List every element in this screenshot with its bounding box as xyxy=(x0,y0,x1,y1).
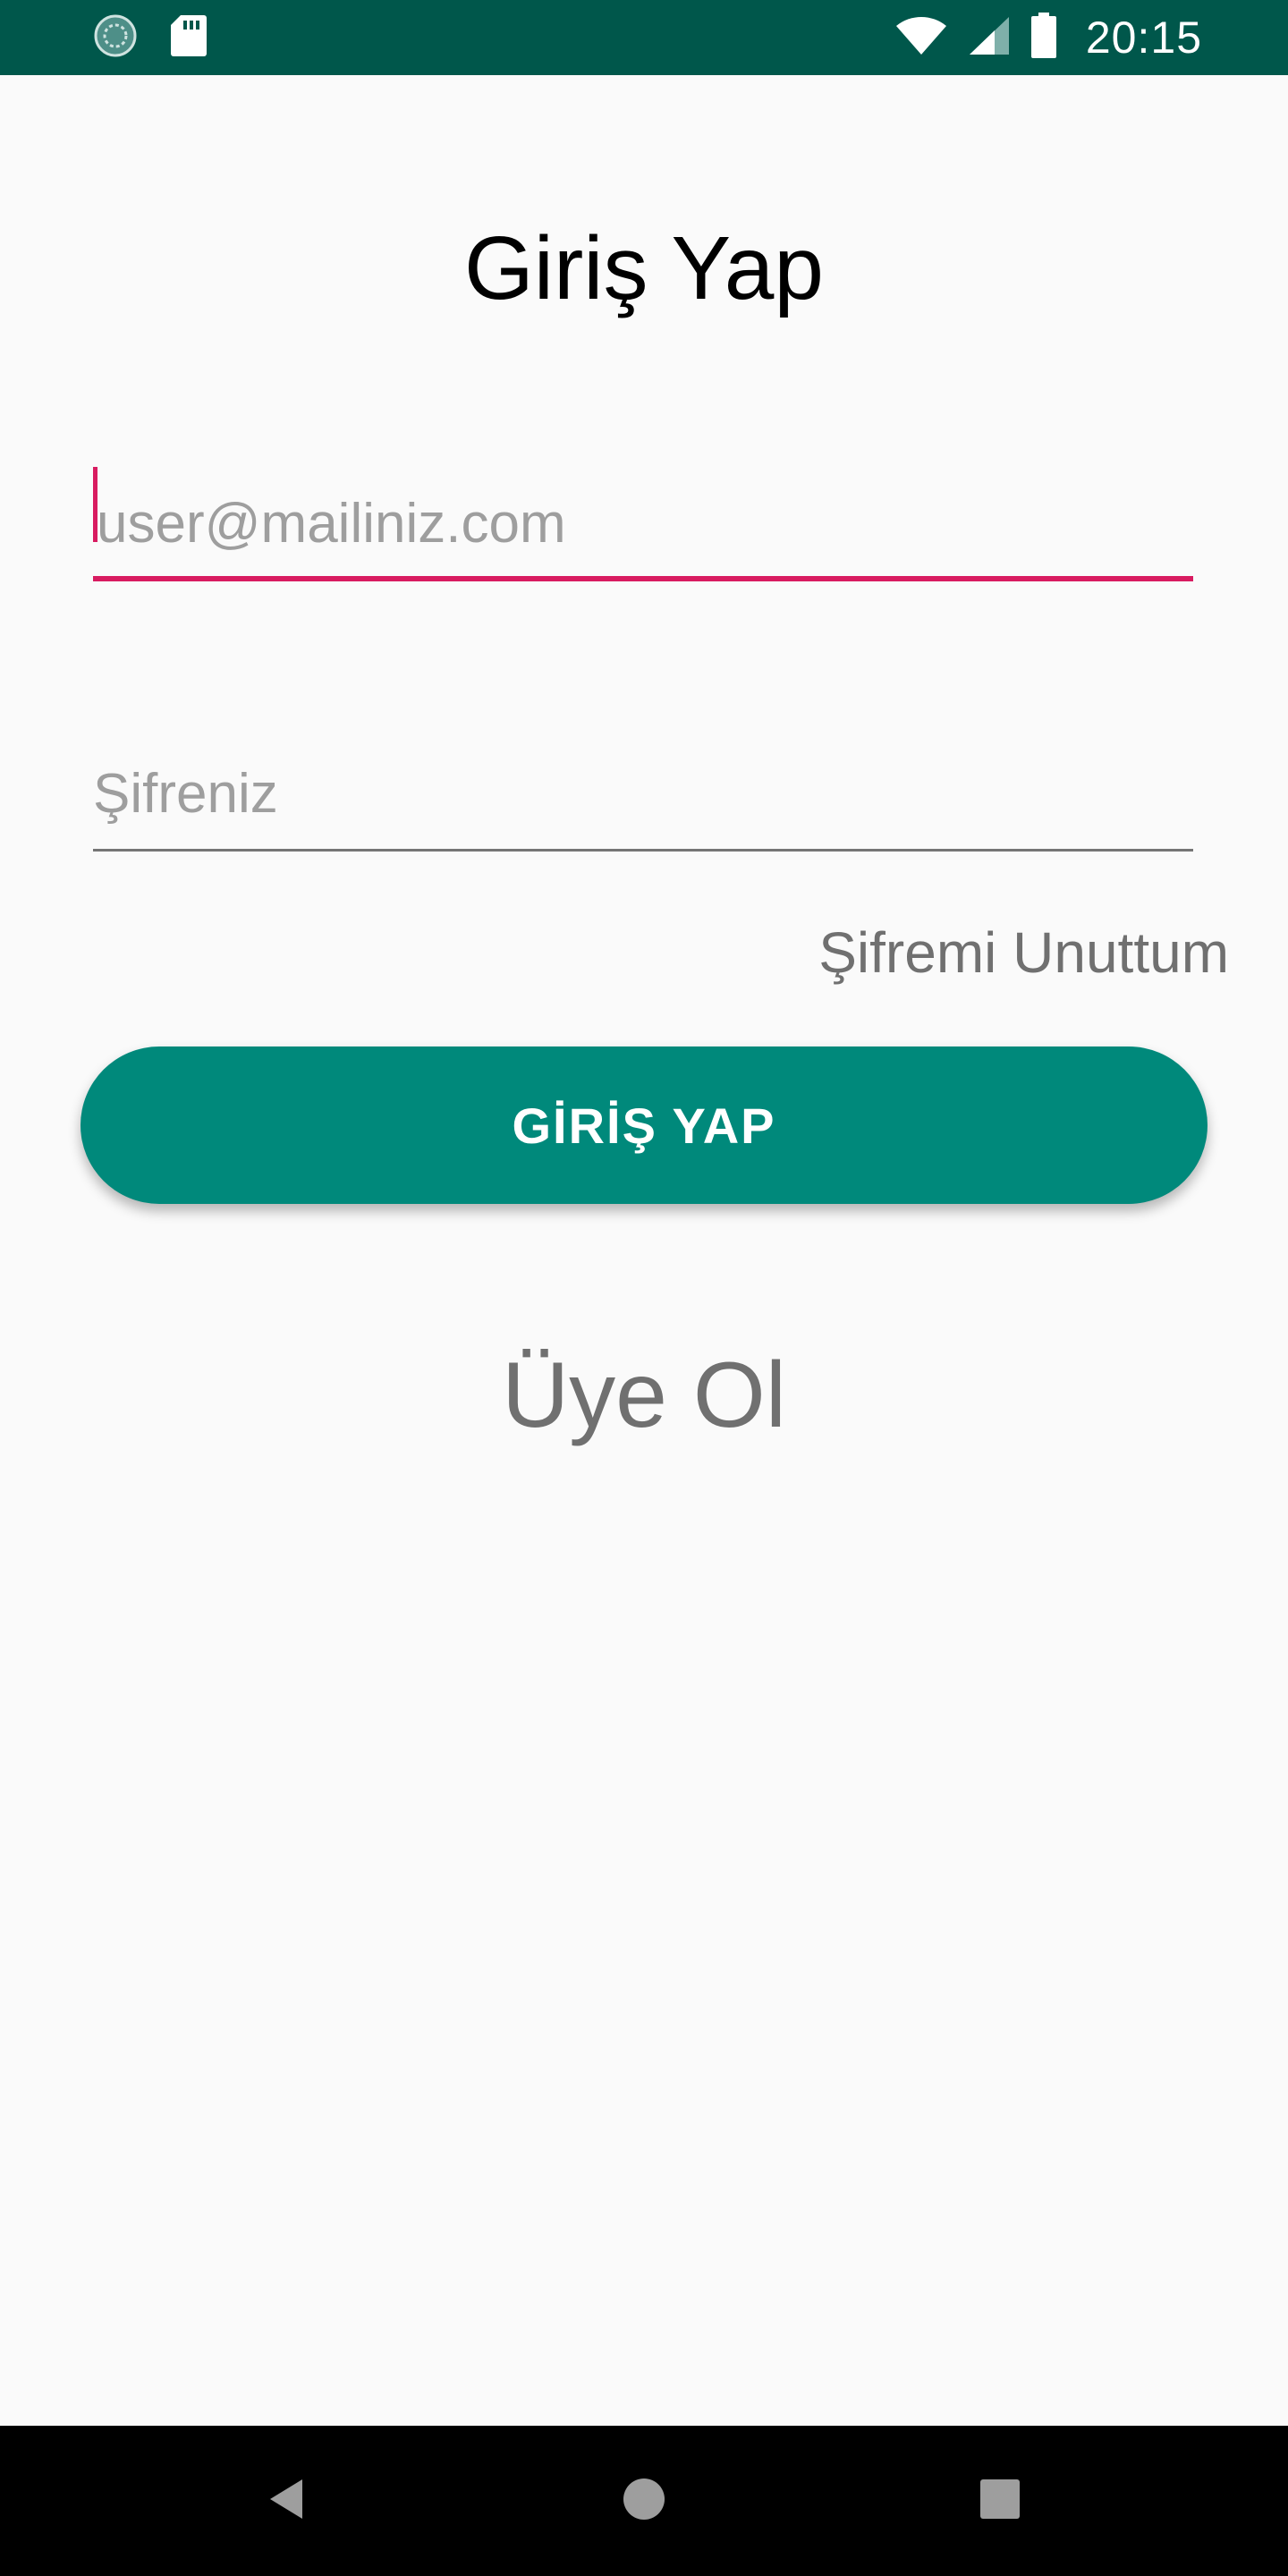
cellular-signal-icon xyxy=(968,15,1011,61)
recents-icon xyxy=(980,2479,1020,2523)
password-underline xyxy=(93,849,1193,852)
email-underline xyxy=(93,576,1193,581)
text-cursor xyxy=(93,467,97,542)
status-bar-right: 20:15 xyxy=(894,12,1202,64)
status-time: 20:15 xyxy=(1085,13,1202,63)
navigation-bar xyxy=(0,2426,1288,2576)
signup-link[interactable]: Üye Ol xyxy=(0,1337,1288,1453)
app-notification-icon xyxy=(93,13,138,63)
email-input[interactable] xyxy=(93,447,1193,581)
home-button[interactable] xyxy=(599,2456,689,2546)
password-field[interactable] xyxy=(93,733,1193,852)
recents-button[interactable] xyxy=(955,2456,1045,2546)
back-icon xyxy=(265,2477,308,2526)
forgot-password-link[interactable]: Şifremi Unuttum xyxy=(818,912,1229,993)
status-bar-left xyxy=(93,13,208,63)
home-icon xyxy=(622,2477,666,2526)
password-input[interactable] xyxy=(93,733,1193,852)
page-title: Giriş Yap xyxy=(463,218,824,318)
back-button[interactable] xyxy=(242,2456,331,2546)
email-field[interactable] xyxy=(93,447,1193,581)
login-button[interactable]: GİRİŞ YAP xyxy=(80,1046,1208,1204)
status-bar: 20:15 xyxy=(0,0,1288,75)
sd-card-icon xyxy=(170,13,208,63)
battery-icon xyxy=(1030,12,1057,64)
wifi-icon xyxy=(894,15,948,61)
